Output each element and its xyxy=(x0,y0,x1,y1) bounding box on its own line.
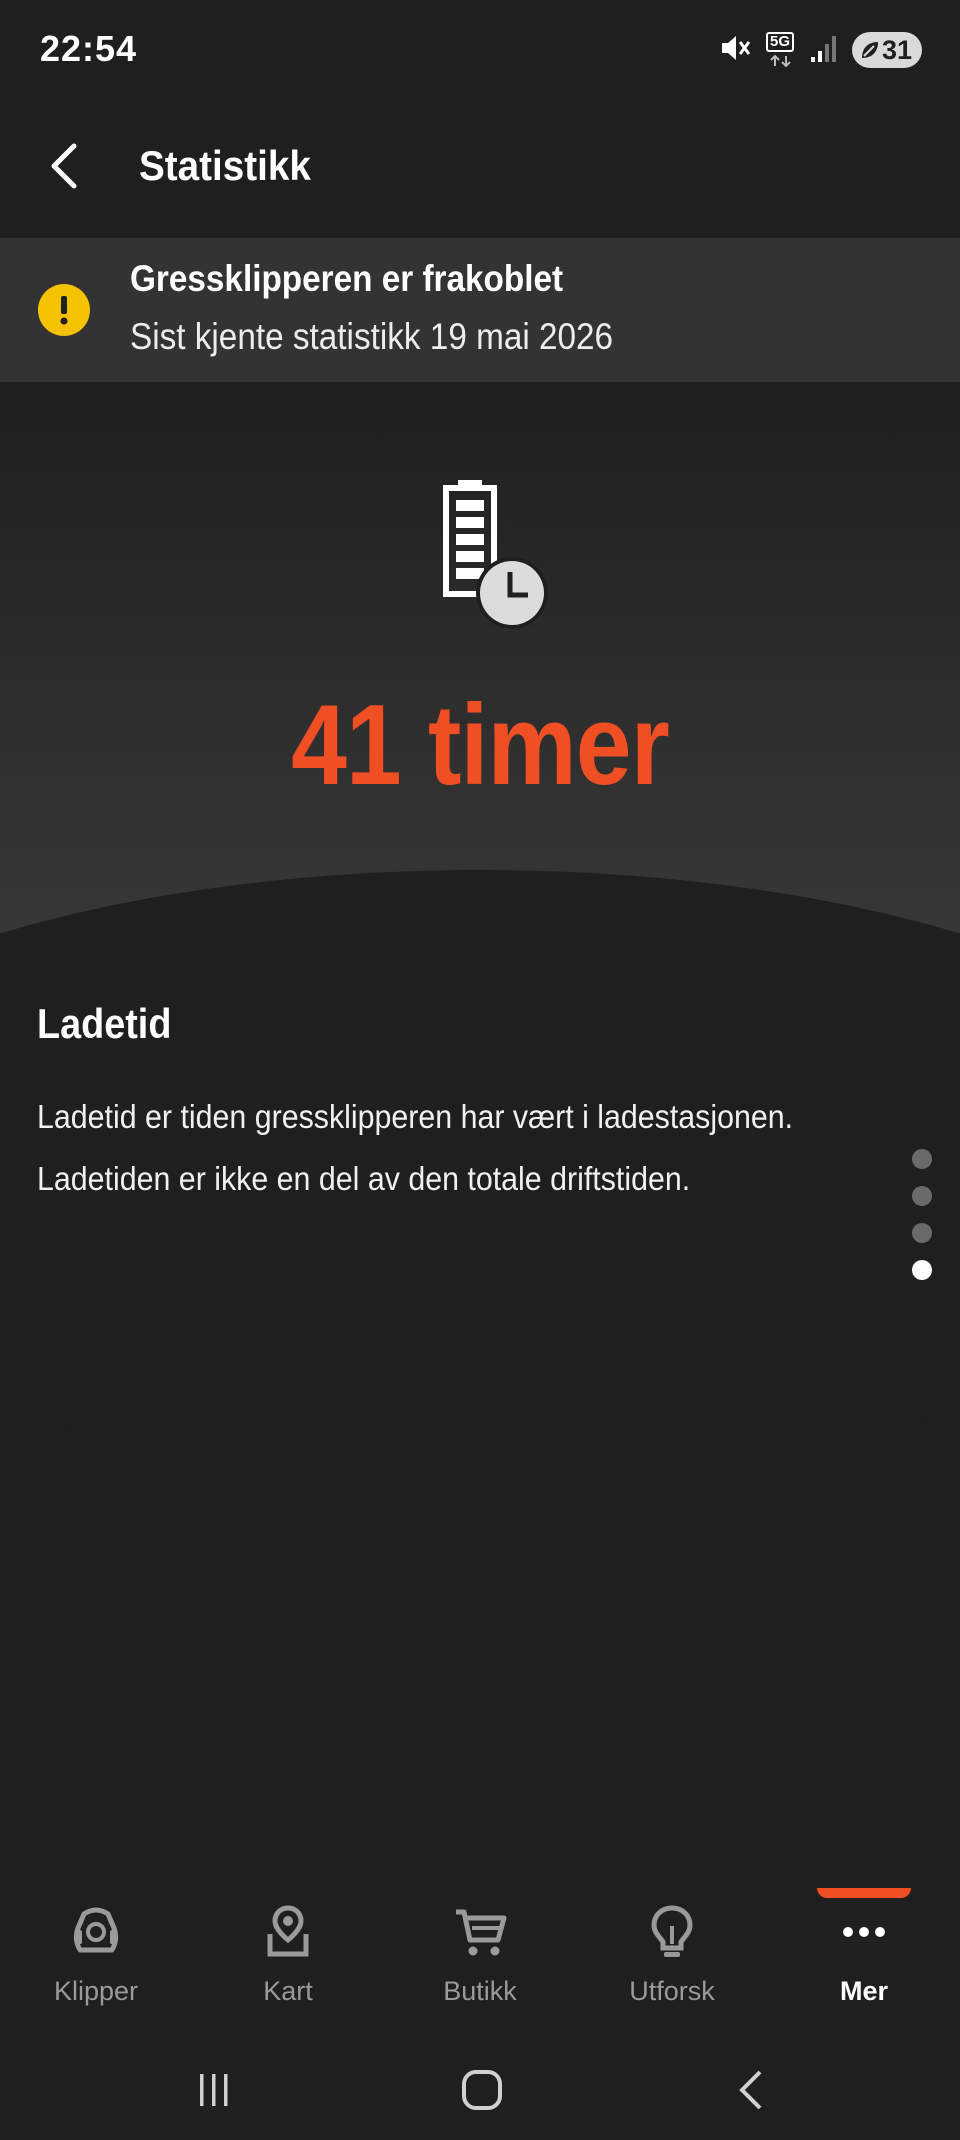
leaf-icon xyxy=(862,42,878,58)
back-arrow-icon xyxy=(51,143,77,189)
page-dot-active[interactable] xyxy=(912,1260,932,1280)
network-5g-icon: 5G xyxy=(766,32,796,68)
home-button[interactable] xyxy=(452,2060,512,2120)
status-bar: 22:54 5G 31 xyxy=(0,0,960,100)
lightbulb-icon xyxy=(642,1902,702,1962)
page-dot[interactable] xyxy=(912,1186,932,1206)
section-title: Ladetid xyxy=(37,1000,172,1047)
nav-item-mer[interactable]: Mer xyxy=(768,1874,960,2014)
status-icons: 5G 31 xyxy=(718,30,922,70)
network-label: 5G xyxy=(766,32,795,52)
nav-item-klipper[interactable]: Klipper xyxy=(0,1874,192,2014)
signal-icon xyxy=(810,33,838,68)
nav-item-kart[interactable]: Kart xyxy=(192,1874,384,2014)
page-indicator xyxy=(912,1149,932,1280)
battery-indicator: 31 xyxy=(852,32,922,68)
active-tab-indicator xyxy=(817,1888,911,1898)
page-title: Statistikk xyxy=(139,142,311,189)
cart-icon xyxy=(450,1902,510,1962)
banner-title: Gressklipperen er frakoblet xyxy=(130,258,564,299)
system-nav xyxy=(0,2040,960,2140)
recent-apps-button[interactable] xyxy=(184,2060,244,2120)
system-back-icon xyxy=(739,2070,762,2110)
system-back-button[interactable] xyxy=(722,2060,782,2120)
section-description: Ladetid er tiden gressklipperen har vært… xyxy=(37,1098,794,1197)
nav-label: Klipper xyxy=(53,1976,139,2006)
nav-item-utforsk[interactable]: Utforsk xyxy=(576,1874,768,2014)
page-dot[interactable] xyxy=(912,1223,932,1243)
nav-item-butikk[interactable]: Butikk xyxy=(384,1874,576,2014)
mower-icon xyxy=(66,1902,126,1962)
status-time: 22:54 xyxy=(40,28,138,69)
app-bar: Statistikk xyxy=(0,100,960,238)
battery-level: 31 xyxy=(881,34,912,65)
warning-icon xyxy=(38,284,90,336)
more-icon xyxy=(834,1902,894,1962)
nav-label: Butikk xyxy=(443,1976,517,2006)
battery-clock-icon xyxy=(440,480,550,630)
mute-icon xyxy=(718,31,752,70)
banner-subtitle: Sist kjente statistikk 19 mai 2026 xyxy=(130,316,614,357)
back-button[interactable] xyxy=(36,136,96,196)
screen: 22:54 5G 31 Statistikk Gressklipperen er… xyxy=(0,0,960,2140)
page-dot[interactable] xyxy=(912,1149,932,1169)
nav-label: Kart xyxy=(263,1976,313,2006)
bottom-nav: Klipper Kart Butikk Utforsk Mer xyxy=(0,1874,960,2014)
charging-time-value: 41 timer xyxy=(291,682,670,809)
map-pin-icon xyxy=(258,1902,318,1962)
home-icon xyxy=(462,2070,502,2110)
nav-label: Mer xyxy=(839,1976,888,2006)
nav-label: Utforsk xyxy=(629,1976,715,2006)
recent-apps-icon xyxy=(200,2074,228,2106)
